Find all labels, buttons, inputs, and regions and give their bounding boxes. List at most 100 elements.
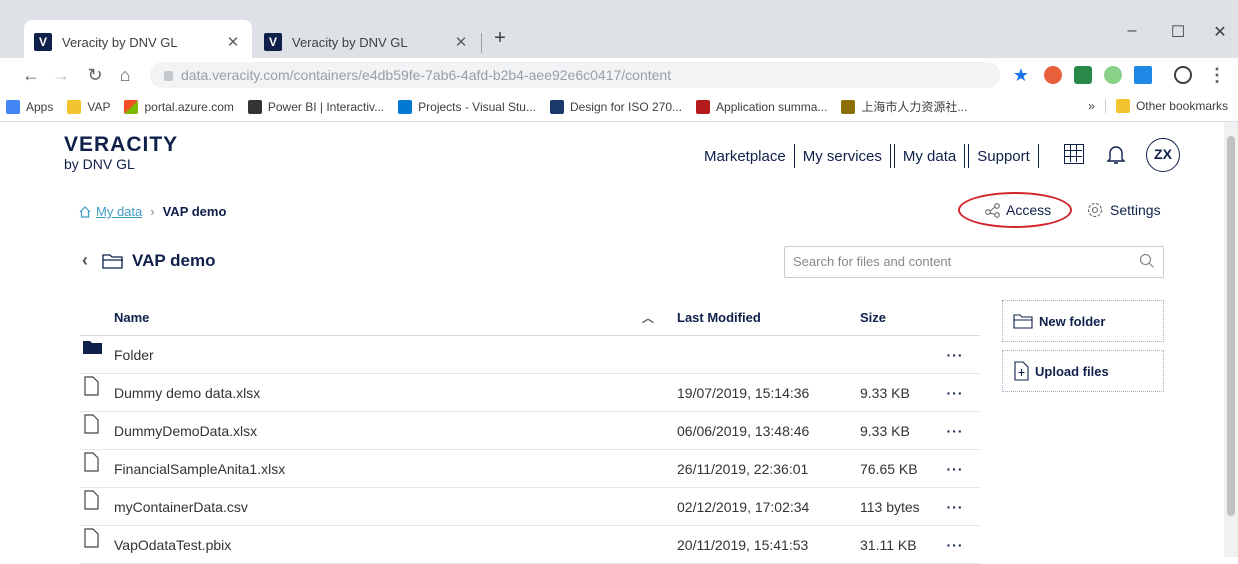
veracity-page: VERACITY by DNV GL Marketplace My servic…	[0, 122, 1224, 564]
other-bookmarks[interactable]: Other bookmarks	[1136, 99, 1228, 113]
apps-grid-icon	[6, 99, 20, 114]
scissors-icon	[549, 99, 564, 114]
search-input[interactable]: Search for files and content	[784, 246, 1164, 278]
folder-icon	[1115, 99, 1130, 113]
breadcrumb: My data › VAP demo	[78, 204, 226, 219]
veracity-favicon-icon: V	[34, 33, 52, 51]
address-bar: ← → ↻ ⌂ data.veracity.com/containers/e4d…	[0, 58, 1238, 92]
file-table: Name ︿ Last Modified Size Folder ··· Dum…	[80, 300, 980, 564]
nav-my-data[interactable]: My data	[895, 148, 964, 165]
upload-files-button[interactable]: Upload files	[1002, 350, 1164, 392]
sort-up-icon[interactable]: ︿	[642, 309, 654, 326]
access-button[interactable]: Access	[984, 201, 1051, 219]
file-icon	[84, 375, 99, 396]
table-row[interactable]: FinancialSampleAnita1.xlsx 26/11/2019, 2…	[80, 450, 980, 488]
row-menu-button[interactable]: ···	[930, 537, 980, 553]
url-field[interactable]: data.veracity.com/containers/e4db59fe-7a…	[150, 62, 1000, 88]
chevron-right-icon: ›	[150, 204, 155, 219]
close-tab-icon[interactable]: ✕	[224, 33, 242, 51]
folder-icon	[83, 340, 102, 354]
microsoft-icon	[124, 99, 139, 114]
new-tab-button[interactable]: +	[488, 27, 512, 51]
column-name[interactable]: Name	[114, 310, 149, 325]
close-tab-icon[interactable]: ✕	[452, 33, 470, 51]
forward-arrow-icon[interactable]: →	[48, 62, 74, 88]
extension-icon[interactable]	[1074, 66, 1092, 84]
nav-marketplace[interactable]: Marketplace	[696, 148, 794, 165]
new-folder-button[interactable]: New folder	[1002, 300, 1164, 342]
bookmark-visualstudio[interactable]: Projects - Visual Stu...	[398, 99, 536, 114]
profile-icon[interactable]	[1174, 66, 1192, 84]
home-icon[interactable]: ⌂	[112, 62, 138, 88]
breadcrumb-current: VAP demo	[162, 204, 227, 219]
file-icon	[84, 527, 99, 548]
row-menu-button[interactable]: ···	[930, 347, 980, 363]
back-chevron-icon[interactable]: ‹	[82, 250, 88, 271]
file-icon	[84, 489, 99, 510]
row-menu-button[interactable]: ···	[930, 499, 980, 515]
tab-title: Veracity by DNV GL	[62, 34, 178, 50]
back-arrow-icon[interactable]: ←	[18, 62, 44, 88]
apps-grid-icon[interactable]	[1064, 144, 1084, 164]
folder-outline-icon	[102, 253, 123, 269]
access-label: Access	[1006, 202, 1052, 218]
bookmark-shanghai[interactable]: 上海市人力资源社...	[841, 98, 967, 115]
nav-support[interactable]: Support	[969, 148, 1038, 165]
folder-title: VAP demo	[132, 250, 216, 270]
person-icon	[841, 99, 856, 114]
settings-button[interactable]: Settings	[1086, 201, 1161, 219]
search-icon[interactable]	[1139, 253, 1155, 269]
file-icon	[84, 413, 99, 434]
veracity-favicon-icon: V	[264, 33, 282, 51]
table-row[interactable]: Dummy demo data.xlsx 19/07/2019, 15:14:3…	[80, 374, 980, 412]
visual-studio-icon	[398, 99, 413, 114]
table-row[interactable]: myContainerData.csv 02/12/2019, 17:02:34…	[80, 488, 980, 526]
gear-icon	[1087, 202, 1103, 218]
nav-my-services[interactable]: My services	[795, 148, 890, 165]
bookmarks-overflow-button[interactable]: »	[1088, 99, 1095, 113]
home-icon	[79, 205, 91, 218]
powerbi-icon	[247, 99, 262, 114]
user-avatar[interactable]: ZX	[1146, 138, 1180, 172]
share-nodes-icon	[985, 203, 1000, 218]
bell-icon[interactable]	[1104, 142, 1128, 166]
row-menu-button[interactable]: ···	[930, 461, 980, 477]
browser-tabbar: V Veracity by DNV GL ✕ V Veracity by DNV…	[0, 6, 1238, 64]
bookmark-powerbi[interactable]: Power BI | Interactiv...	[247, 99, 384, 114]
bookmark-vap[interactable]: VAP	[67, 99, 110, 114]
browser-menu-icon[interactable]: ⋮	[1204, 62, 1230, 88]
lock-icon	[164, 71, 173, 81]
window-close-icon[interactable]: ✕	[1208, 22, 1232, 42]
extension-icon[interactable]	[1104, 66, 1122, 84]
tab-separator	[481, 33, 482, 53]
veracity-logo[interactable]: VERACITY by DNV GL	[64, 134, 178, 173]
maximize-icon[interactable]: ☐	[1166, 22, 1190, 42]
reload-icon[interactable]: ↻	[82, 62, 108, 88]
file-icon	[84, 451, 99, 472]
bookmark-star-icon[interactable]: ★	[1008, 62, 1034, 88]
row-menu-button[interactable]: ···	[930, 385, 980, 401]
folder-icon	[67, 99, 82, 114]
extension-icon[interactable]	[1134, 66, 1152, 84]
bookmarks-bar: Apps VAP portal.azure.com Power BI | Int…	[0, 92, 1238, 122]
settings-label: Settings	[1110, 202, 1161, 218]
bookmark-apps[interactable]: Apps	[6, 99, 53, 114]
table-row[interactable]: DummyDemoData.xlsx 06/06/2019, 13:48:46 …	[80, 412, 980, 450]
breadcrumb-my-data[interactable]: My data	[96, 204, 142, 219]
table-row[interactable]: Folder ···	[80, 336, 980, 374]
extension-icon[interactable]	[1044, 66, 1062, 84]
minimize-icon[interactable]: –	[1120, 22, 1144, 40]
bookmark-azure[interactable]: portal.azure.com	[124, 99, 234, 114]
table-row[interactable]: VapOdataTest.pbix 20/11/2019, 15:41:53 3…	[80, 526, 980, 564]
url-text: data.veracity.com/containers/e4db59fe-7a…	[181, 67, 672, 83]
row-menu-button[interactable]: ···	[930, 423, 980, 439]
page-scrollbar[interactable]	[1224, 122, 1238, 557]
bookmark-application[interactable]: Application summa...	[696, 99, 827, 114]
column-modified[interactable]: Last Modified	[660, 310, 850, 325]
column-size[interactable]: Size	[850, 310, 930, 325]
bookmark-iso[interactable]: Design for ISO 270...	[549, 99, 682, 114]
scrollbar-thumb[interactable]	[1227, 136, 1235, 516]
table-header: Name ︿ Last Modified Size	[80, 300, 980, 336]
top-nav: Marketplace My services My data Support	[696, 144, 1039, 168]
search-placeholder: Search for files and content	[793, 254, 952, 269]
